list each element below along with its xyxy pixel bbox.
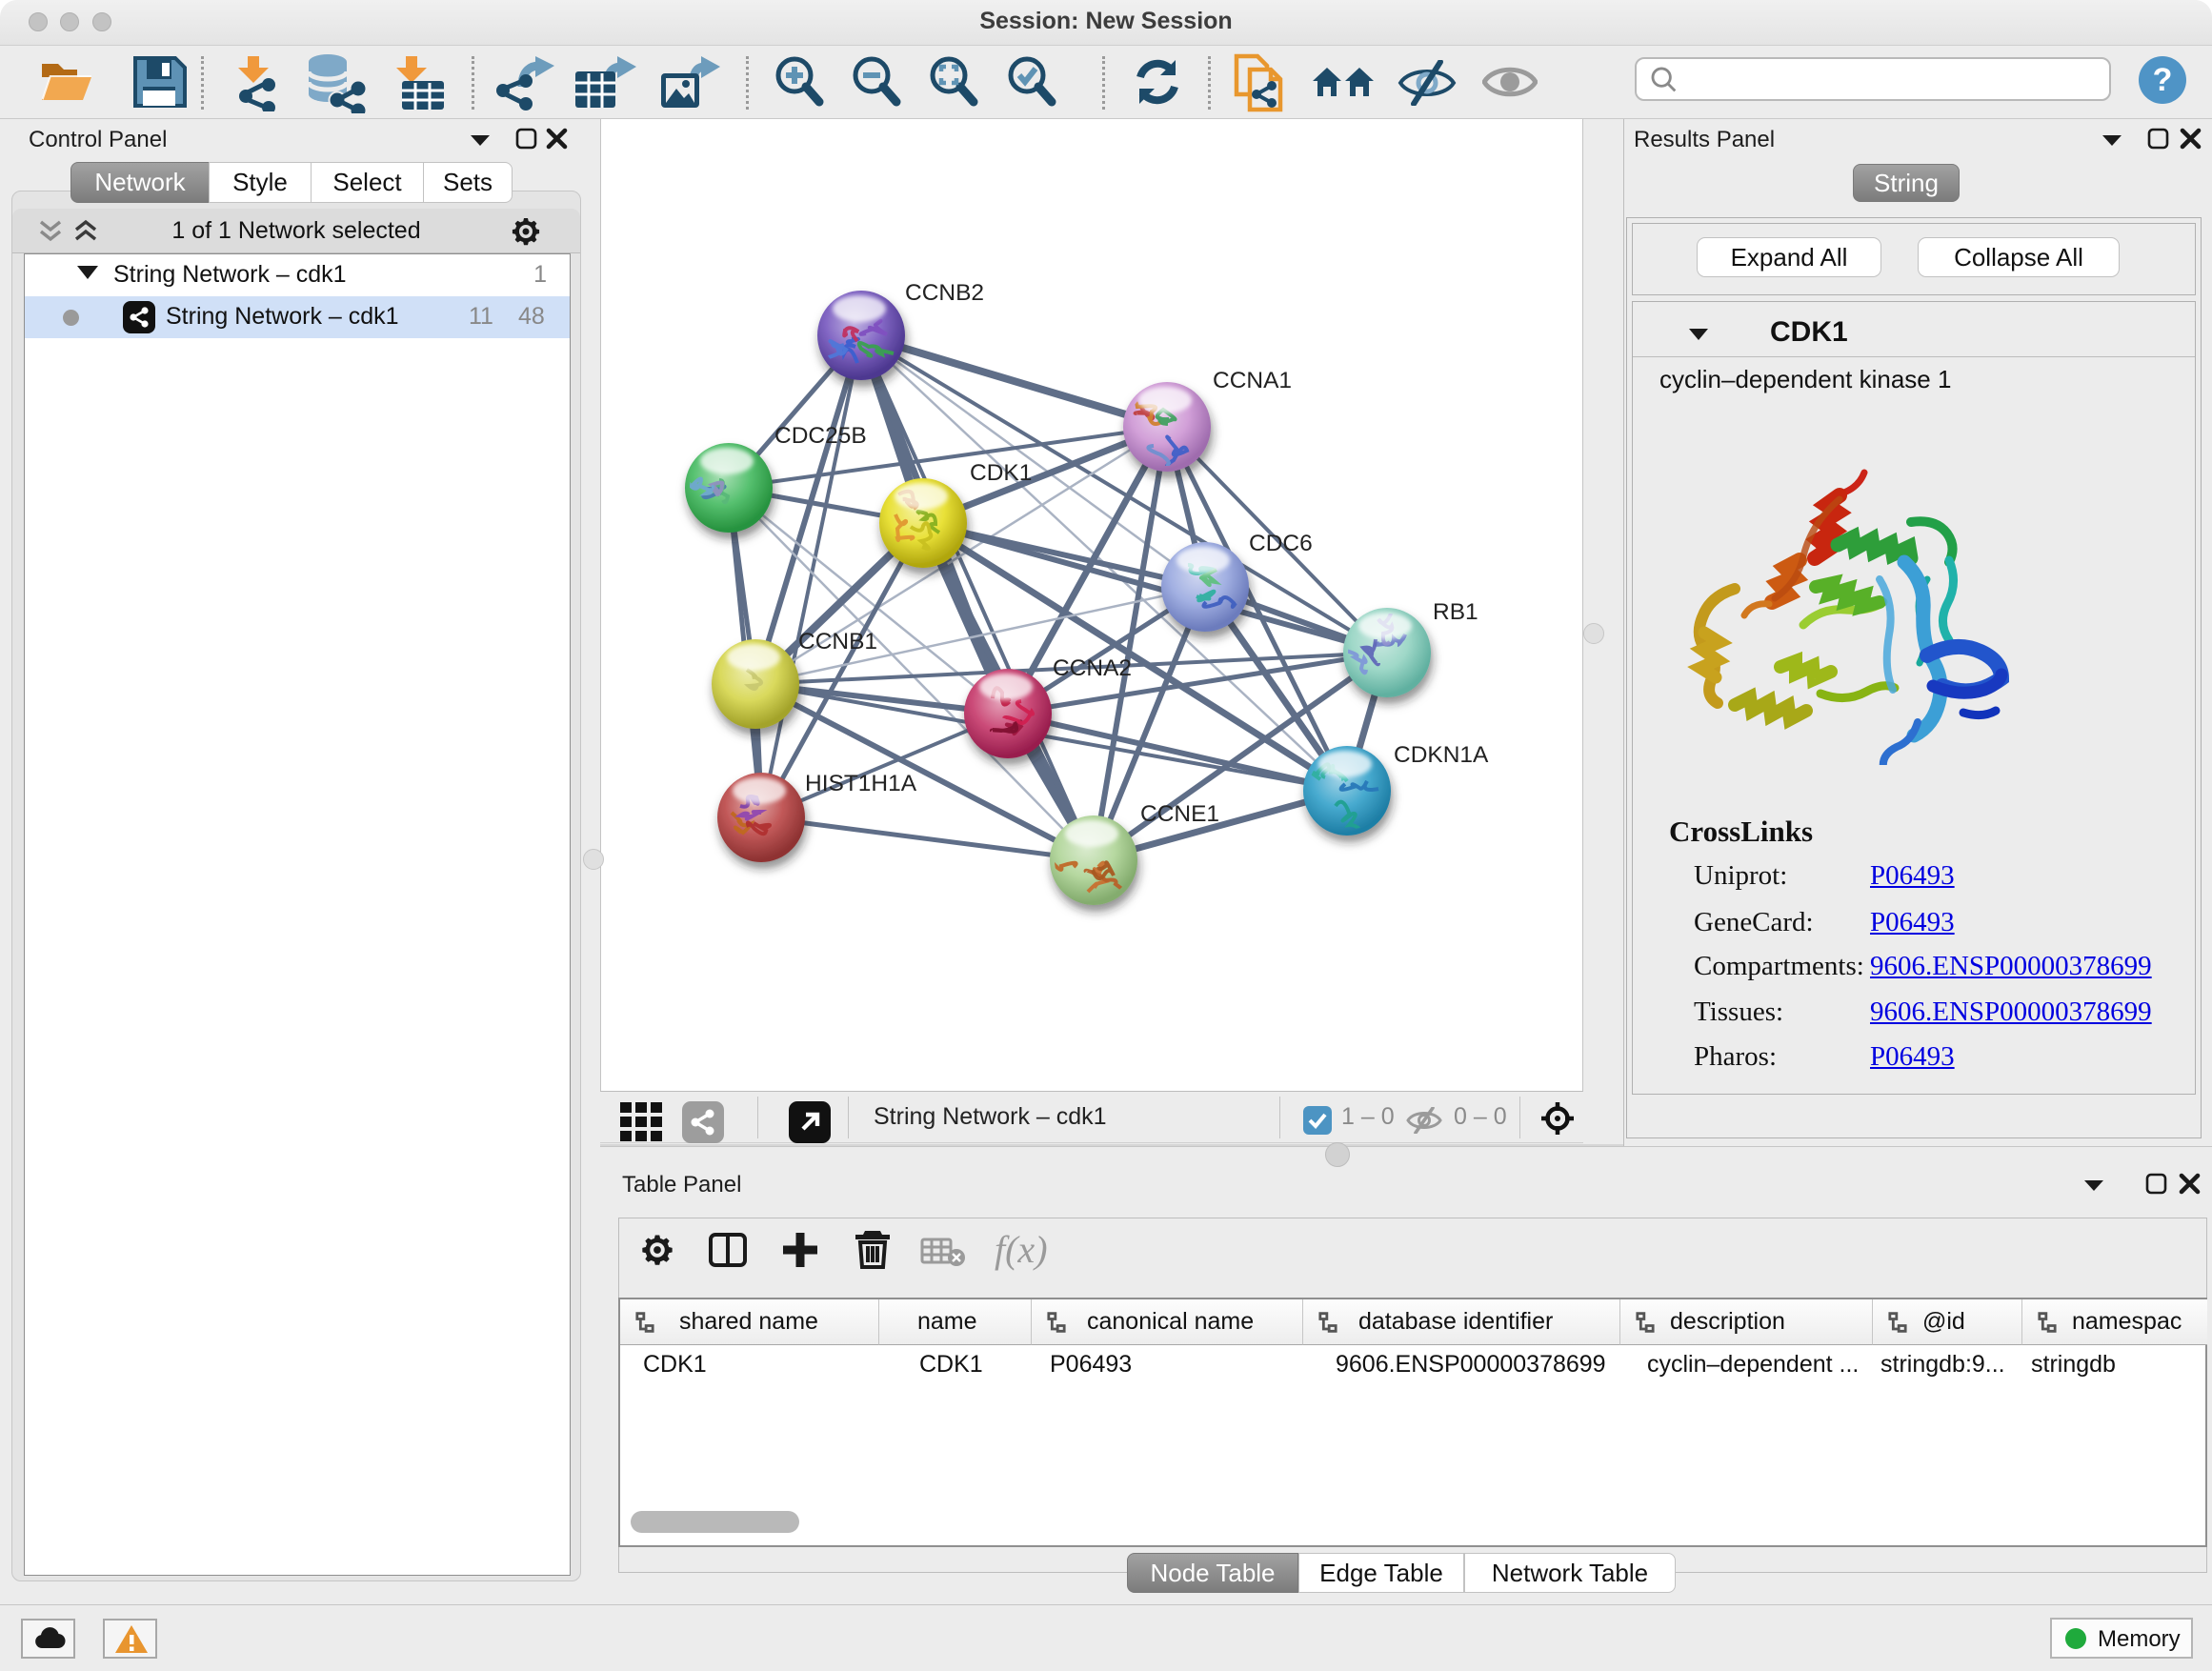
svg-text:?: ? xyxy=(2153,62,2173,98)
svg-text:CCNB2: CCNB2 xyxy=(905,280,984,306)
svg-text:CCNA1: CCNA1 xyxy=(1213,368,1292,393)
svg-text:HIST1H1A: HIST1H1A xyxy=(805,771,917,796)
svg-text:RB1: RB1 xyxy=(1433,599,1478,625)
svg-text:CDKN1A: CDKN1A xyxy=(1394,742,1489,768)
svg-text:CDC6: CDC6 xyxy=(1249,531,1313,556)
svg-text:CCNE1: CCNE1 xyxy=(1140,801,1219,827)
svg-text:CDC25B: CDC25B xyxy=(774,423,867,449)
svg-text:CDK1: CDK1 xyxy=(970,460,1032,486)
svg-text:CCNA2: CCNA2 xyxy=(1053,655,1132,681)
svg-text:CCNB1: CCNB1 xyxy=(798,629,877,654)
